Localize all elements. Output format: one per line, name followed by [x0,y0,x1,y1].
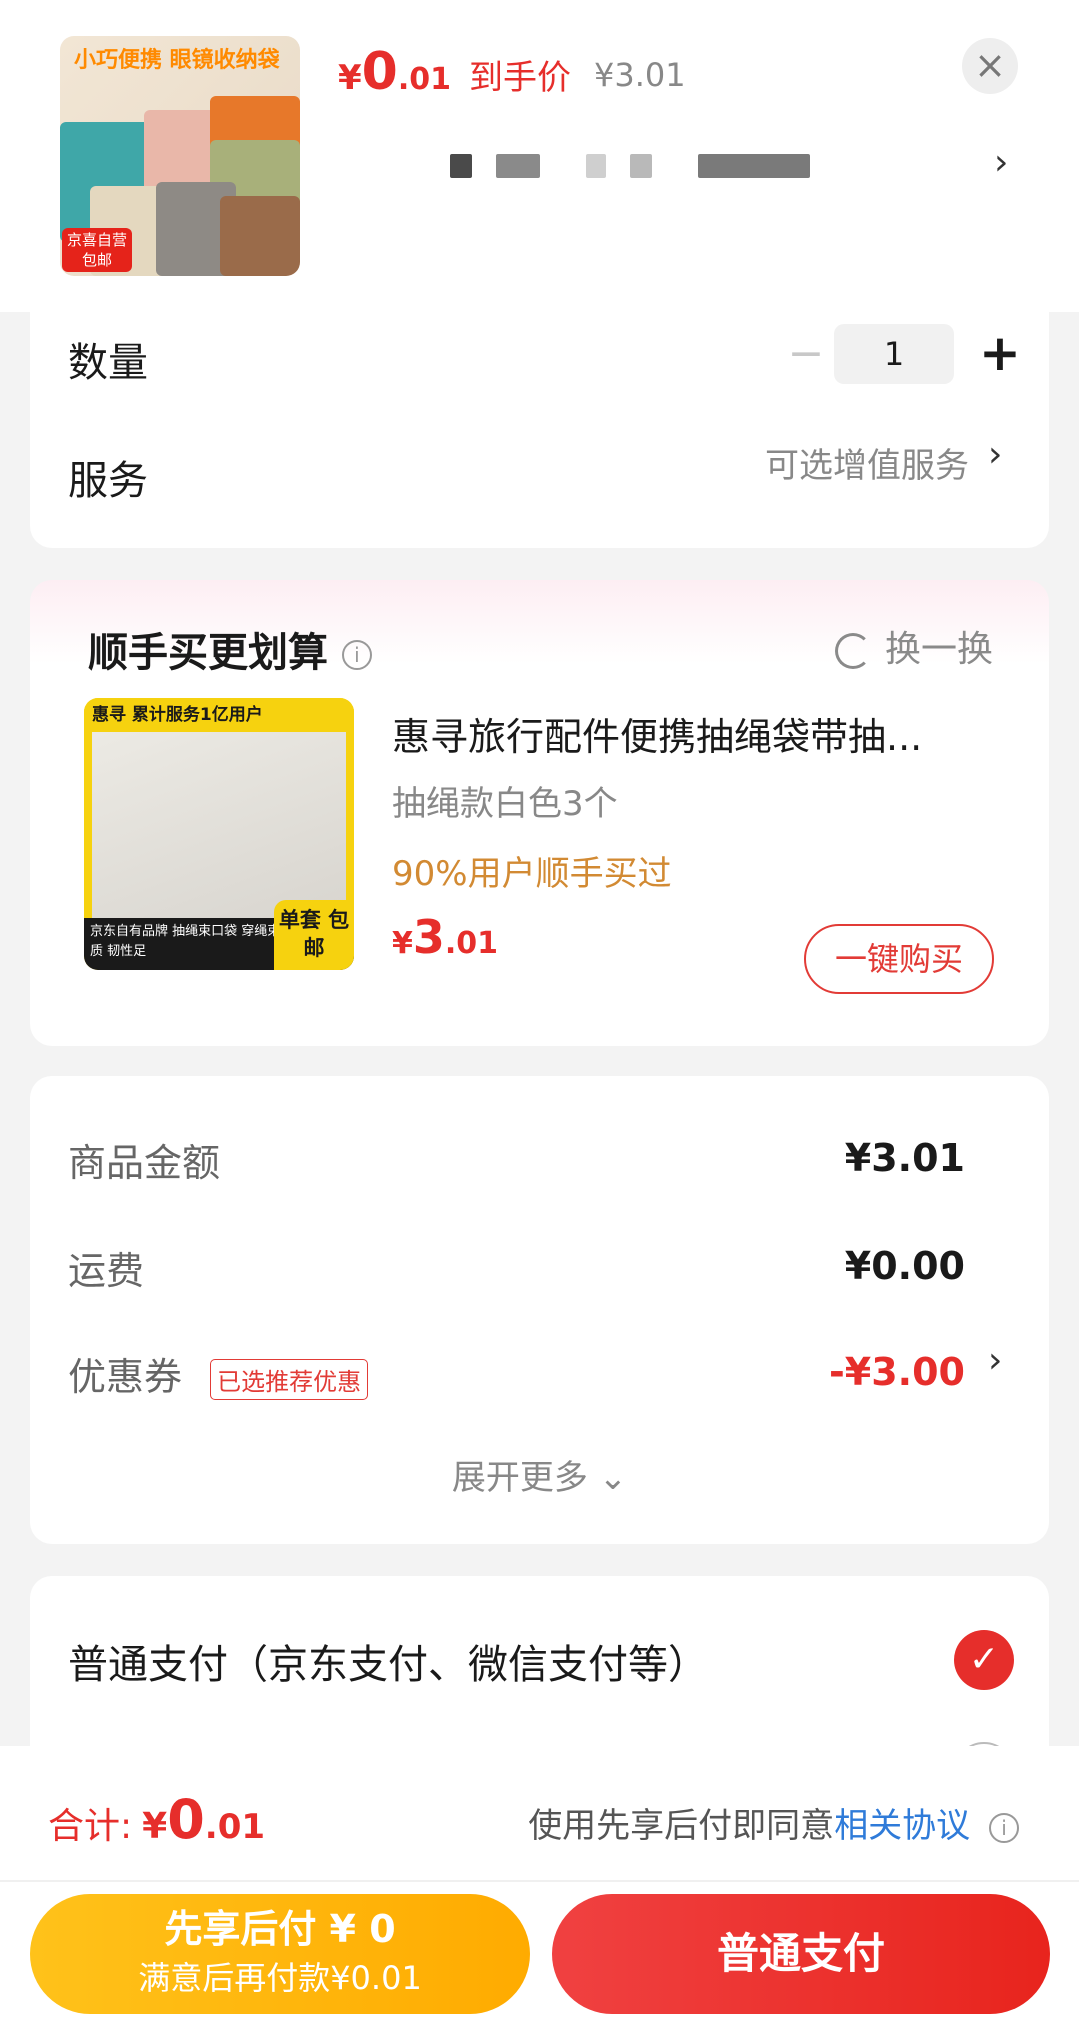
product-header: 小巧便携 眼镜收纳袋 京喜自营 包邮 ¥ 0 .01 到手价 ¥3.01 × › [0,0,1079,312]
quantity-increase-button[interactable]: + [970,320,1030,386]
recommended-product-price: ¥ 3 .01 [392,910,498,964]
expand-more-button[interactable]: 展开更多 ⌄ [30,1450,1049,1499]
agreement-link[interactable]: 相关协议 [834,1806,970,1846]
pay-later-button[interactable]: 先享后付 ¥ 0 满意后再付款¥0.01 [30,1894,530,2014]
divider [0,1880,1079,1882]
image-banner-text: 惠寻 累计服务1亿用户 [84,698,354,732]
selected-check-icon[interactable]: ✓ [954,1630,1014,1690]
recommendation-card: 顺手买更划算 i 换一换 惠寻 累计服务1亿用户 京东自有品牌 抽绳束口袋 穿绳… [30,580,1049,1046]
freight-label: 运费 [68,1249,145,1293]
agreement-text: 使用先享后付即同意相关协议 i [528,1798,1019,1847]
spec-redacted [630,154,652,178]
freight-value: ¥0.00 [844,1244,965,1288]
normal-payment-option[interactable]: 普通支付（京东支付、微信支付等） [68,1632,708,1690]
original-price: ¥3.01 [594,56,686,94]
total-label: 合计: [48,1806,133,1847]
service-chevron-icon[interactable]: › [988,434,1002,475]
amount-card: 商品金额 ¥3.01 运费 ¥0.00 优惠券 已选推荐优惠 -¥3.00 › … [30,1076,1049,1544]
service-label: 服务 [68,458,148,504]
total-currency: ¥ [142,1806,168,1847]
price-integer: 0 [361,42,398,102]
image-badge: 单套 包邮 [274,900,354,970]
recommended-product-hint: 90%用户顺手买过 [392,854,672,894]
agreement-info-icon[interactable]: i [989,1812,1019,1843]
product-photo [92,732,346,918]
final-price-label: 到手价 [469,58,572,98]
pay-later-title: 先享后付 ¥ 0 [164,1907,396,1951]
price-currency: ¥ [338,58,362,98]
bag-illustration [220,196,300,276]
goods-amount-label: 商品金额 [68,1141,221,1185]
coupon-label: 优惠券 [68,1355,183,1399]
price-currency: ¥ [392,926,413,961]
goods-amount-value: ¥3.01 [844,1136,965,1180]
quantity-label: 数量 [68,340,148,386]
service-value[interactable]: 可选增值服务 [765,438,969,487]
recommendation-title-text: 顺手买更划算 [88,630,328,676]
price-integer: 3 [412,910,445,964]
coupon-chevron-icon[interactable]: › [988,1340,1002,1381]
spec-redacted [698,154,810,178]
swap-button[interactable]: 换一换 [834,620,993,672]
refresh-icon [834,633,871,669]
total-amount: 合计: ¥ 0 .01 [48,1788,265,1851]
recommended-product-spec: 抽绳款白色3个 [392,784,618,824]
coupon-row[interactable]: 优惠券 已选推荐优惠 [68,1346,369,1401]
swap-label: 换一换 [884,629,993,670]
agreement-prefix: 使用先享后付即同意 [528,1806,835,1846]
recommended-product-name[interactable]: 惠寻旅行配件便携抽绳袋带抽... [392,706,1012,761]
recommended-product-image[interactable]: 惠寻 累计服务1亿用户 京东自有品牌 抽绳束口袋 穿绳束口 优质材质 韧性足 单… [84,698,354,970]
product-thumbnail[interactable]: 小巧便携 眼镜收纳袋 京喜自营 包邮 [60,36,300,276]
close-button[interactable]: × [962,38,1018,94]
coupon-badge: 已选推荐优惠 [210,1359,369,1400]
thumbnail-text: 小巧便携 眼镜收纳袋 [74,48,280,73]
pay-later-subtitle: 满意后再付款¥0.01 [138,1959,422,1997]
total-decimal: .01 [204,1807,266,1847]
price-decimal: .01 [397,62,452,97]
close-icon: × [974,43,1006,87]
quantity-service-card: 数量 − 1 + 服务 可选增值服务 › [30,312,1049,548]
spec-redacted [586,154,606,178]
one-click-buy-button[interactable]: 一键购买 [804,924,994,994]
spec-redacted [496,154,540,178]
normal-pay-button[interactable]: 普通支付 [552,1894,1050,2014]
thumbnail-tag: 京喜自营 包邮 [62,228,132,272]
info-icon[interactable]: i [341,640,372,670]
recommendation-title: 顺手买更划算 i [88,620,372,678]
spec-chevron-icon[interactable]: › [994,142,1008,183]
coupon-value[interactable]: -¥3.00 [829,1350,965,1394]
quantity-input[interactable]: 1 [834,324,954,384]
checkout-bar: 合计: ¥ 0 .01 使用先享后付即同意相关协议 i 先享后付 ¥ 0 满意后… [0,1746,1079,2026]
price-decimal: .01 [444,926,499,961]
spec-redacted [450,154,472,178]
final-price: ¥ 0 .01 到手价 [338,42,571,102]
total-integer: 0 [167,1788,205,1851]
